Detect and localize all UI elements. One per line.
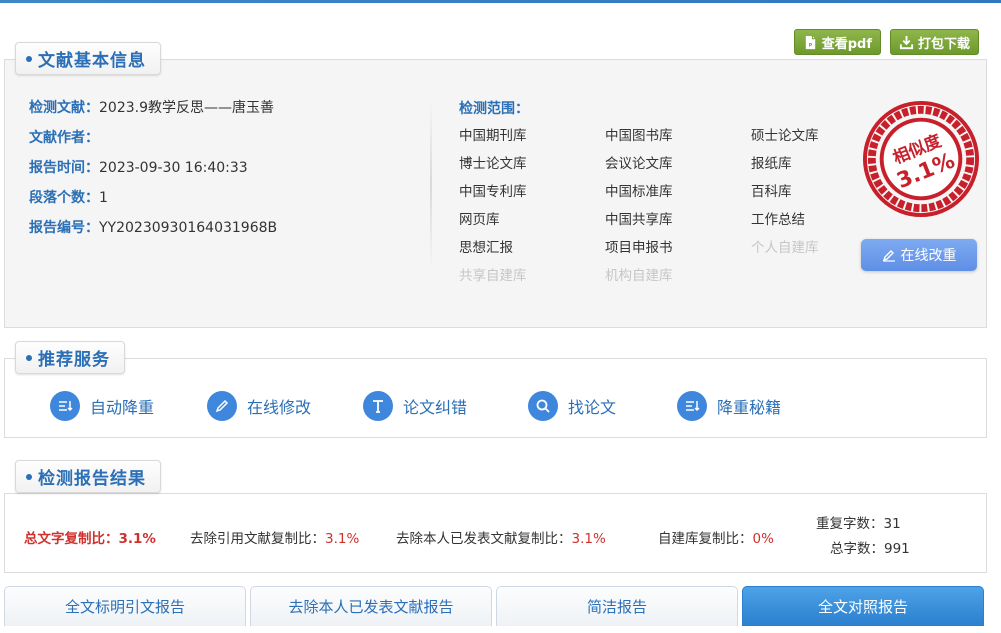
info-row-paragraph-count: 段落个数：1 (29, 190, 108, 206)
view-pdf-label: 查看pdf (821, 36, 872, 52)
tab-full-compare-report[interactable]: 全文对照报告 (742, 586, 984, 626)
scope-label: 检测范围： (459, 101, 529, 117)
total-word-count: 总字数：991 (830, 541, 910, 557)
pdf-file-icon: P (805, 35, 815, 49)
title-dot (26, 354, 32, 361)
exclude-ref-ratio: 去除引用文献复制比：3.1% (190, 531, 360, 547)
title-dot (26, 55, 32, 62)
basic-info-title: 文献基本信息 (15, 42, 161, 75)
auto-reduce-icon (50, 391, 80, 421)
scope-item: 项目申报书 (605, 240, 673, 256)
scope-item: 博士论文库 (459, 156, 527, 172)
repeat-word-count: 重复字数：31 (816, 516, 901, 532)
recommend-title: 推荐服务 (15, 341, 125, 374)
tab-cited-report[interactable]: 全文标明引文报告 (4, 586, 246, 626)
download-package-button[interactable]: 打包下载 (889, 29, 979, 55)
total-copy-ratio: 总文字复制比：3.1% (24, 531, 156, 547)
reduce-tips-icon (677, 391, 707, 421)
scope-item: 思想汇报 (459, 240, 513, 256)
scope-item: 网页库 (459, 212, 500, 228)
download-label: 打包下载 (917, 36, 970, 52)
online-rewrite-button[interactable]: 在线改重 (861, 239, 977, 271)
title-dot (26, 473, 32, 480)
svg-text:P: P (808, 42, 812, 48)
scope-item: 中国图书库 (605, 128, 673, 144)
scope-item: 机构自建库 (605, 268, 673, 284)
scope-item: 硕士论文库 (751, 128, 819, 144)
text-t-icon (363, 391, 393, 421)
service-find-paper[interactable]: 找论文 (528, 391, 616, 421)
download-icon (899, 35, 914, 49)
info-list: 检测文献：2023.9教学反思——唐玉善 文献作者： 报告时间：2023-09-… (29, 98, 277, 248)
selfbuilt-ratio: 自建库复制比：0% (658, 531, 774, 547)
scope-item: 个人自建库 (751, 240, 819, 256)
scope-item: 中国共享库 (605, 212, 673, 228)
exclude-self-ratio: 去除本人已发表文献复制比：3.1% (396, 531, 606, 547)
basic-info-panel: 检测文献：2023.9教学反思——唐玉善 文献作者： 报告时间：2023-09-… (4, 59, 987, 328)
scope-item: 会议论文库 (605, 156, 673, 172)
tab-exclude-self-report[interactable]: 去除本人已发表文献报告 (250, 586, 492, 626)
scope-item: 中国专利库 (459, 184, 527, 200)
scope-item: 共享自建库 (459, 268, 527, 284)
pencil-icon (207, 391, 237, 421)
info-divider (430, 100, 432, 270)
similarity-stamp: 相似度 3.1% (862, 100, 980, 218)
view-pdf-button[interactable]: P 查看pdf (793, 29, 881, 55)
scope-item: 报纸库 (751, 156, 792, 172)
scope-item: 中国期刊库 (459, 128, 527, 144)
scope-item: 中国标准库 (605, 184, 673, 200)
info-row-report-number: 报告编号：YY20230930164031968B (29, 220, 278, 236)
service-error-correction[interactable]: 论文纠错 (363, 391, 467, 421)
info-row-report-time: 报告时间：2023-09-30 16:40:33 (29, 160, 248, 176)
pencil-icon (882, 250, 895, 262)
online-rewrite-label: 在线改重 (900, 248, 957, 264)
scope-item: 百科库 (751, 184, 792, 200)
result-title: 检测报告结果 (15, 460, 161, 493)
service-online-edit[interactable]: 在线修改 (207, 391, 311, 421)
top-accent-line (0, 0, 1001, 3)
search-icon (528, 391, 558, 421)
info-row-document: 检测文献：2023.9教学反思——唐玉善 (29, 100, 274, 116)
service-reduce-tips[interactable]: 降重秘籍 (677, 391, 781, 421)
report-toolbar: P 查看pdf 打包下载 (793, 29, 979, 55)
service-auto-reduce[interactable]: 自动降重 (50, 391, 154, 421)
report-tabs: 全文标明引文报告 去除本人已发表文献报告 简洁报告 全文对照报告 (4, 586, 984, 626)
scope-item: 工作总结 (751, 212, 805, 228)
scope-grid: 中国期刊库 中国图书库 硕士论文库博士论文库 会议论文库 报纸库中国专利库 中国标准库 百科… (459, 126, 861, 286)
tab-concise-report[interactable]: 简洁报告 (496, 586, 738, 626)
info-row-author: 文献作者： (29, 130, 99, 146)
